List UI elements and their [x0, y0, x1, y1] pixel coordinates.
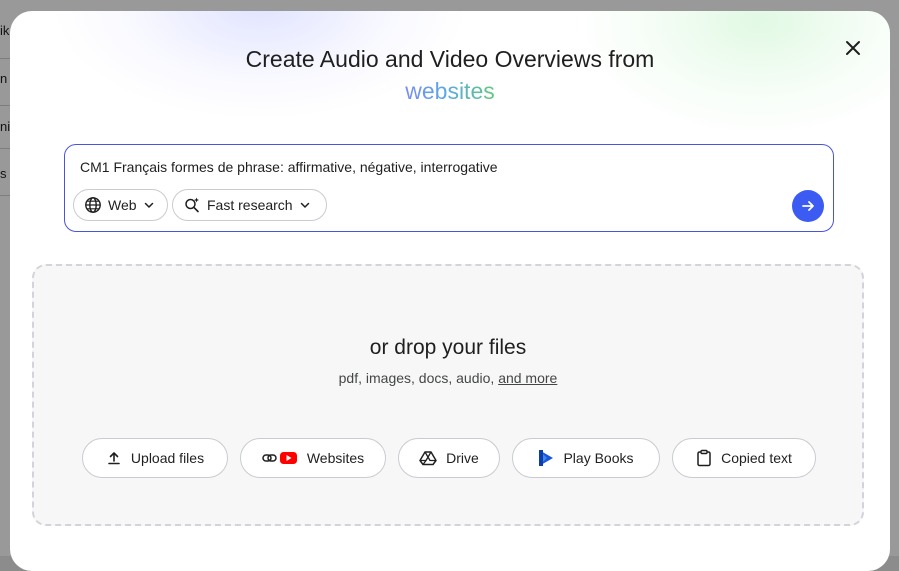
link-youtube-icon: [262, 450, 298, 466]
drive-label: Drive: [446, 450, 479, 466]
drive-button[interactable]: Drive: [398, 438, 500, 478]
upload-icon: [106, 450, 122, 466]
chevron-down-icon: [143, 199, 155, 211]
copied-text-label: Copied text: [721, 450, 792, 466]
dialog-title: Create Audio and Video Overviews from: [245, 46, 655, 72]
source-type-label: Web: [108, 197, 137, 213]
websites-button[interactable]: Websites: [240, 438, 386, 478]
play-books-button[interactable]: Play Books: [512, 438, 660, 478]
play-books-label: Play Books: [563, 450, 634, 466]
submit-search-button[interactable]: [792, 190, 824, 222]
search-input[interactable]: CM1 Français formes de phrase: affirmati…: [80, 159, 498, 175]
copied-text-button[interactable]: Copied text: [672, 438, 816, 478]
source-type-dropdown[interactable]: Web: [73, 189, 168, 221]
chevron-down-icon: [299, 199, 311, 211]
clipboard-icon: [696, 449, 712, 467]
upload-files-button[interactable]: Upload files: [82, 438, 228, 478]
dialog-title-accent: websites: [10, 77, 890, 105]
add-sources-dialog: Create Audio and Video Overviews from we…: [10, 11, 890, 571]
decorative-glow: [570, 11, 890, 141]
file-drop-zone[interactable]: or drop your files pdf, images, docs, au…: [32, 264, 864, 526]
globe-icon: [84, 196, 102, 214]
research-search-box[interactable]: CM1 Français formes de phrase: affirmati…: [64, 144, 834, 232]
dialog-title-accent-text: websites: [405, 78, 495, 104]
upload-files-label: Upload files: [130, 450, 205, 466]
websites-label: Websites: [306, 450, 365, 466]
drop-zone-title: or drop your files: [369, 336, 527, 359]
research-mode-label: Fast research: [207, 197, 293, 213]
sparkle-search-icon: [183, 196, 201, 214]
more-formats-link[interactable]: and more: [498, 370, 557, 386]
drop-zone-subtitle: pdf, images, docs, audio, and more: [34, 370, 862, 386]
supported-formats-text: pdf, images, docs, audio,: [338, 370, 495, 386]
drive-icon: [419, 450, 437, 466]
research-mode-dropdown[interactable]: Fast research: [172, 189, 327, 221]
play-books-icon: [538, 449, 554, 467]
arrow-right-icon: [802, 201, 814, 211]
